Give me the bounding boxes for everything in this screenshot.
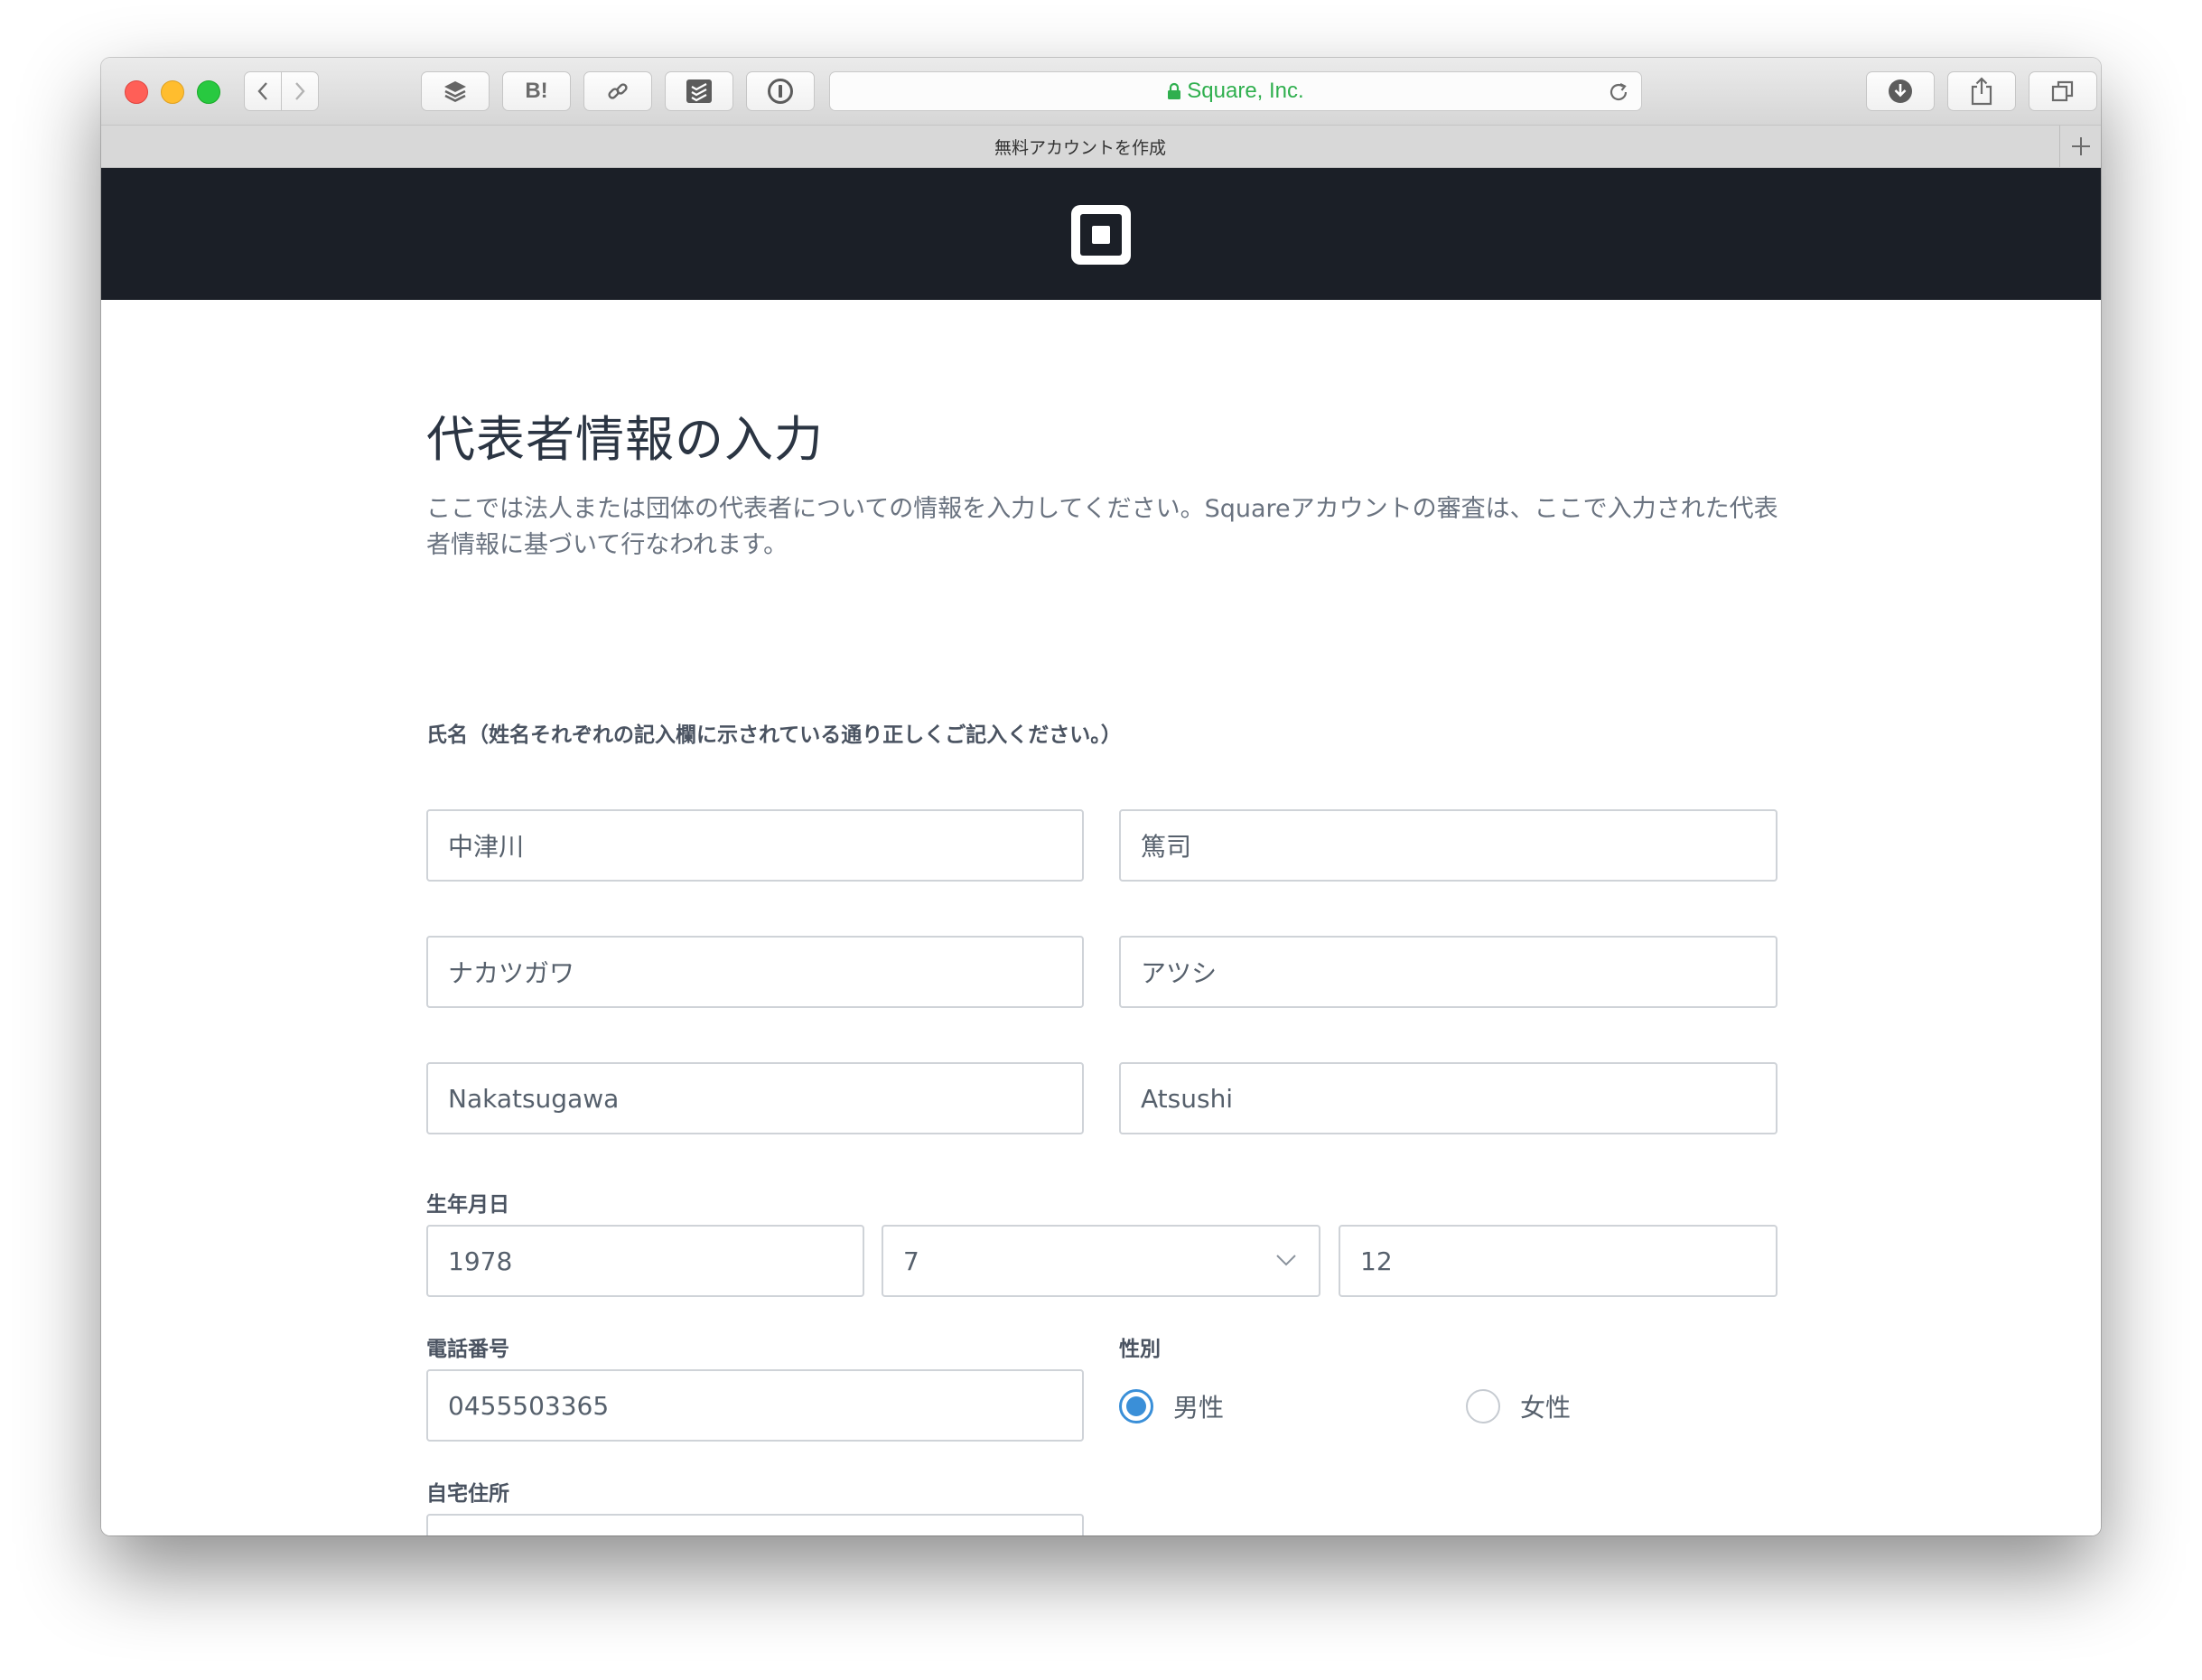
- link-extension-button[interactable]: [583, 71, 652, 111]
- radio-button-male[interactable]: [1119, 1389, 1153, 1423]
- first-name-kana-input[interactable]: [1119, 936, 1777, 1008]
- reading-list-extension-button[interactable]: [665, 71, 733, 111]
- back-button[interactable]: [244, 71, 282, 111]
- tab-overview-button[interactable]: [2029, 71, 2097, 111]
- browser-toolbar: B! Square, Inc.: [101, 58, 2101, 126]
- buffer-extension-button[interactable]: [421, 71, 490, 111]
- first-name-kanji-input[interactable]: [1119, 809, 1777, 882]
- buffer-icon: [444, 81, 466, 102]
- gender-label: 性別: [1119, 1338, 1161, 1361]
- phone-label: 電話番号: [426, 1338, 509, 1361]
- last-name-kanji-input[interactable]: [426, 809, 1084, 882]
- chevron-right-icon: [295, 82, 305, 100]
- reading-list-icon: [686, 79, 712, 103]
- plus-icon: [2071, 137, 2090, 155]
- site-identity-text: Square, Inc.: [1187, 79, 1304, 103]
- page-description: ここでは法人または団体の代表者についての情報を入力してください。Squareアカ…: [426, 495, 1778, 559]
- forward-button[interactable]: [281, 71, 319, 111]
- last-name-kana-input[interactable]: [426, 936, 1084, 1008]
- tab-bar: 無料アカウントを作成: [101, 126, 2101, 168]
- new-tab-button[interactable]: [2059, 126, 2101, 167]
- chevron-left-icon: [257, 82, 267, 100]
- first-name-roman-input[interactable]: [1119, 1062, 1777, 1134]
- gender-option-label: 男性: [1173, 1393, 1225, 1423]
- minimize-window-button[interactable]: [161, 80, 184, 104]
- phone-input[interactable]: [426, 1369, 1084, 1442]
- address-bar[interactable]: Square, Inc.: [829, 71, 1642, 111]
- postal-code-input[interactable]: [426, 1514, 1084, 1535]
- address-label: 自宅住所: [426, 1482, 509, 1506]
- browser-window: B! Square, Inc. 無料アカウントを作成 代表者情報の入力 ここでは…: [101, 58, 2101, 1535]
- birth-month-select[interactable]: 7: [882, 1225, 1320, 1297]
- link-icon: [608, 83, 628, 99]
- gender-option-label: 女性: [1520, 1393, 1572, 1423]
- lock-icon: [1168, 82, 1181, 99]
- gender-option-male[interactable]: 男性: [1119, 1388, 1224, 1424]
- share-button[interactable]: [1947, 71, 2016, 111]
- active-tab[interactable]: 無料アカウントを作成: [101, 126, 2059, 167]
- onepassword-icon: [768, 79, 793, 104]
- tab-title: 無料アカウントを作成: [994, 137, 1166, 158]
- zoom-window-button[interactable]: [197, 80, 220, 104]
- onepassword-button[interactable]: [746, 71, 815, 111]
- birth-month-value: 7: [903, 1246, 919, 1276]
- birthdate-label: 生年月日: [426, 1193, 509, 1217]
- chevron-down-icon: [1276, 1255, 1296, 1266]
- name-section-label: 氏名（姓名それぞれの記入欄に示されている通り正しくご記入ください。）: [426, 723, 1122, 747]
- reload-icon[interactable]: [1607, 80, 1630, 104]
- radio-button-female[interactable]: [1466, 1389, 1500, 1423]
- last-name-roman-input[interactable]: [426, 1062, 1084, 1134]
- share-icon: [1971, 77, 1992, 106]
- page-content: 代表者情報の入力 ここでは法人または団体の代表者についての情報を入力してください…: [101, 300, 2101, 1535]
- hatena-bookmark-icon: B!: [525, 79, 548, 103]
- close-window-button[interactable]: [125, 80, 148, 104]
- gender-option-female[interactable]: 女性: [1466, 1388, 1571, 1424]
- download-icon: [1889, 79, 1912, 103]
- birth-year-input[interactable]: [426, 1225, 864, 1297]
- square-logo-icon[interactable]: [1071, 205, 1131, 265]
- page-title: 代表者情報の入力: [426, 411, 824, 468]
- birth-day-input[interactable]: [1339, 1225, 1777, 1297]
- hatena-bookmark-button[interactable]: B!: [502, 71, 571, 111]
- downloads-button[interactable]: [1866, 71, 1935, 111]
- site-header: [101, 168, 2101, 300]
- tabs-icon: [2051, 80, 2074, 102]
